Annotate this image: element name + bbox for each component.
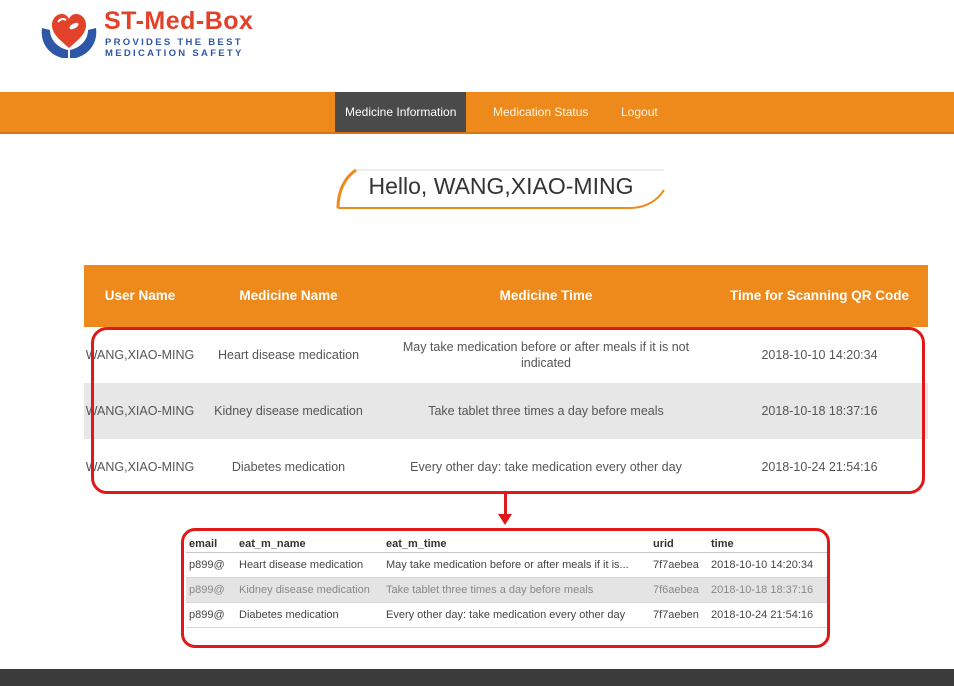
db-cell-stamp: 2018-10-18 18:37:16	[711, 584, 814, 596]
greeting-banner: Hello, WANG,XIAO-MING	[330, 160, 672, 212]
header-scan-time: Time for Scanning QR Code	[729, 288, 910, 303]
table-header: User Name Medicine Name Medicine Time Ti…	[84, 265, 928, 327]
db-cell-time: Every other day: take medication every o…	[386, 609, 626, 621]
site-logo[interactable]: ST-Med-Box PROVIDES THE BEST MEDICATION …	[38, 6, 278, 66]
brand-tagline: PROVIDES THE BEST MEDICATION SAFETY	[105, 37, 244, 59]
greeting-text: Hello, WANG,XIAO-MING	[368, 173, 634, 199]
db-header-time: time	[711, 538, 734, 550]
main-nav-bar: Medicine Information Medication Status L…	[0, 92, 954, 134]
brand-tagline-line1: PROVIDES THE BEST	[105, 37, 243, 48]
db-cell-time: May take medication before or after meal…	[386, 559, 629, 571]
nav-logout[interactable]: Logout	[621, 92, 658, 132]
db-table-row: p899@ Heart disease medication May take …	[186, 553, 827, 578]
db-table-row: p899@ Kidney disease medication Take tab…	[186, 578, 827, 603]
db-cell-urid: 7f7aeben	[653, 609, 699, 621]
down-arrow-shaft	[504, 494, 507, 516]
db-header-urid: urid	[653, 538, 674, 550]
db-cell-email: p899@	[189, 609, 225, 621]
db-header-eat-m-name: eat_m_name	[239, 538, 306, 550]
nav-medication-status[interactable]: Medication Status	[493, 92, 588, 132]
db-cell-name: Kidney disease medication	[239, 584, 370, 596]
hands-heart-logo-icon	[41, 14, 97, 58]
db-table-row: p899@ Diabetes medication Every other da…	[186, 603, 827, 628]
db-cell-time: Take tablet three times a day before mea…	[386, 584, 594, 596]
db-cell-name: Diabetes medication	[239, 609, 339, 621]
header-medicine-name: Medicine Name	[239, 288, 338, 303]
header-user-name: User Name	[104, 288, 176, 303]
brand-tagline-line2: MEDICATION SAFETY	[105, 48, 244, 59]
db-cell-name: Heart disease medication	[239, 559, 364, 571]
db-header-email: email	[189, 538, 218, 550]
db-cell-urid: 7f7aebea	[653, 559, 699, 571]
table-rows-highlight	[91, 327, 925, 494]
db-cell-email: p899@	[189, 559, 225, 571]
brand-title: ST-Med-Box	[104, 7, 254, 35]
database-table: email eat_m_name eat_m_time urid time p8…	[186, 536, 827, 628]
db-table-header: email eat_m_name eat_m_time urid time	[186, 536, 827, 553]
db-cell-urid: 7f6aebea	[653, 584, 699, 596]
page-footer	[0, 669, 954, 686]
db-cell-email: p899@	[189, 584, 225, 596]
nav-medicine-information[interactable]: Medicine Information	[335, 92, 467, 132]
down-arrow-icon	[498, 514, 512, 525]
header-medicine-time: Medicine Time	[499, 288, 593, 303]
db-cell-stamp: 2018-10-24 21:54:16	[711, 609, 814, 621]
db-cell-stamp: 2018-10-10 14:20:34	[711, 559, 814, 571]
db-header-eat-m-time: eat_m_time	[386, 538, 447, 550]
